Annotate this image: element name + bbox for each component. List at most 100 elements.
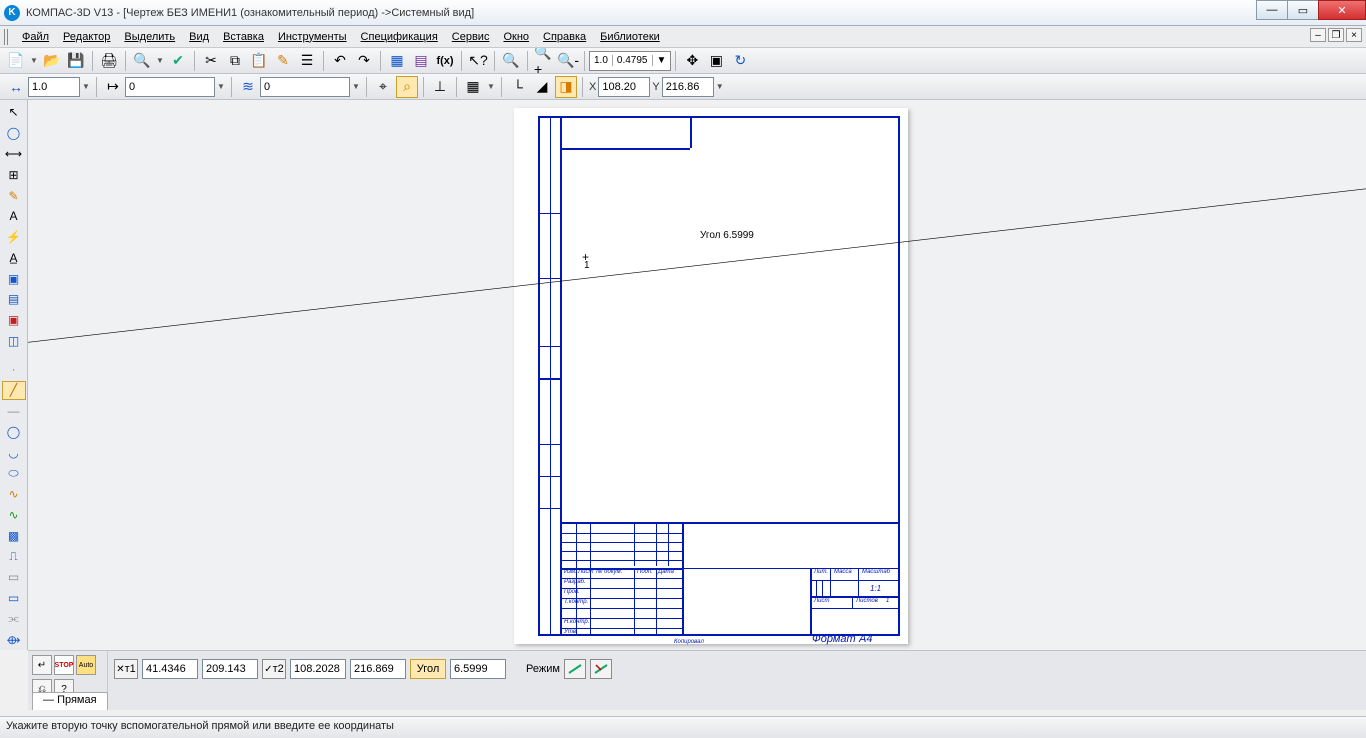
new-button[interactable]: 📄 xyxy=(5,50,27,72)
step-input[interactable] xyxy=(28,77,80,97)
zoom-window-button[interactable]: 🔍 xyxy=(500,50,522,72)
t1-y-input[interactable] xyxy=(202,659,258,679)
geometry-panel-icon[interactable]: ◯ xyxy=(2,124,26,143)
layers-button[interactable]: ≋ xyxy=(237,76,259,98)
fx-button[interactable]: f(x) xyxy=(434,50,456,72)
arc-tool-icon[interactable]: ◡ xyxy=(2,443,26,462)
preview-dropdown[interactable]: ▼ xyxy=(154,50,166,72)
snap-style-button[interactable]: ↦ xyxy=(102,76,124,98)
rounding-button[interactable]: ◢ xyxy=(531,76,553,98)
coord-y-input[interactable] xyxy=(662,77,714,97)
spec-panel-icon[interactable]: ▤ xyxy=(2,290,26,309)
zoom-scale[interactable]: 1.0 0.4795 ▼ xyxy=(589,51,671,71)
zoom-out-button[interactable]: 🔍- xyxy=(557,50,579,72)
state-input-1[interactable] xyxy=(125,77,215,97)
ellipse-tool-icon[interactable]: ⬭ xyxy=(2,464,26,483)
coord-dropdown[interactable]: ▼ xyxy=(714,76,726,98)
print-button[interactable]: 🖨 xyxy=(98,50,120,72)
zoom-fit-button[interactable]: ▣ xyxy=(705,50,727,72)
pan-button[interactable]: ✥ xyxy=(681,50,703,72)
menu-libs[interactable]: Библиотеки xyxy=(594,29,666,45)
menu-file[interactable]: Файл xyxy=(16,29,55,45)
paste-button[interactable]: 📋 xyxy=(248,50,270,72)
param-mode-button[interactable]: ◨ xyxy=(555,76,577,98)
menu-tools[interactable]: Инструменты xyxy=(272,29,353,45)
maximize-button[interactable]: ▭ xyxy=(1287,0,1319,20)
redo-button[interactable]: ↷ xyxy=(353,50,375,72)
hatch-tool-icon[interactable]: ▩ xyxy=(2,526,26,545)
state-1-dropdown[interactable]: ▼ xyxy=(215,76,227,98)
menu-select[interactable]: Выделить xyxy=(118,29,181,45)
circle-tool-icon[interactable]: ◯ xyxy=(2,422,26,441)
polyline-tool-icon[interactable]: ⎍ xyxy=(2,547,26,566)
menu-service[interactable]: Сервис xyxy=(446,29,496,45)
manager-button[interactable]: ▦ xyxy=(386,50,408,72)
property-tab-line[interactable]: — Прямая xyxy=(32,692,108,710)
menu-view[interactable]: Вид xyxy=(183,29,215,45)
minimize-button[interactable]: — xyxy=(1256,0,1288,20)
t2-x-input[interactable] xyxy=(290,659,346,679)
grid-button[interactable]: ▦ xyxy=(462,76,484,98)
t1-x-input[interactable] xyxy=(142,659,198,679)
save-button[interactable]: 💾 xyxy=(65,50,87,72)
redraw-button[interactable]: ↻ xyxy=(729,50,751,72)
segment-tool-icon[interactable]: — xyxy=(2,402,26,421)
menu-window[interactable]: Окно xyxy=(497,29,535,45)
angle-input[interactable] xyxy=(450,659,506,679)
variables-button[interactable]: ▤ xyxy=(410,50,432,72)
menu-help[interactable]: Справка xyxy=(537,29,592,45)
t2-y-input[interactable] xyxy=(350,659,406,679)
preview-button[interactable]: 🔍 xyxy=(131,50,153,72)
text-panel-icon[interactable]: A xyxy=(2,207,26,226)
auto-create-button[interactable]: Auto xyxy=(76,655,96,675)
format-painter-button[interactable]: ✎ xyxy=(272,50,294,72)
child-minimize-button[interactable]: – xyxy=(1310,28,1326,42)
copy-button[interactable]: ⧉ xyxy=(224,50,246,72)
properties-button[interactable]: ☰ xyxy=(296,50,318,72)
bezier-tool-icon[interactable]: ∿ xyxy=(2,505,26,524)
spell-button[interactable]: ✔ xyxy=(167,50,189,72)
aux-line-tool-icon[interactable]: ╱ xyxy=(2,381,26,400)
step-dropdown[interactable]: ▼ xyxy=(80,76,92,98)
open-button[interactable]: 📂 xyxy=(41,50,63,72)
coord-x-input[interactable] xyxy=(598,77,650,97)
menu-spec[interactable]: Спецификация xyxy=(355,29,444,45)
create-object-button[interactable]: ↵ xyxy=(32,655,52,675)
layer-dropdown[interactable]: ▼ xyxy=(350,76,362,98)
drawing-canvas[interactable]: Изм. Лист № докум. Подп. Дата Разраб. Пр… xyxy=(28,100,1366,650)
collect-tool-icon[interactable]: ⟴ xyxy=(2,630,26,649)
ortho-button[interactable]: ⊥ xyxy=(429,76,451,98)
step-button[interactable]: ↔ xyxy=(5,76,27,98)
point-tool-icon[interactable]: · xyxy=(2,360,26,379)
help-context-button[interactable]: ↖? xyxy=(467,50,489,72)
snap-active-button[interactable]: ⌕ xyxy=(396,76,418,98)
child-close-button[interactable]: × xyxy=(1346,28,1362,42)
point2-toggle[interactable]: ✓т2 xyxy=(262,659,286,679)
layer-input[interactable] xyxy=(260,77,350,97)
local-cs-button[interactable]: └ xyxy=(507,76,529,98)
grid-dropdown[interactable]: ▼ xyxy=(485,76,497,98)
mode-put-button[interactable] xyxy=(590,659,612,679)
dimensions-panel-icon[interactable]: ⟷ xyxy=(2,145,26,164)
views-panel-icon[interactable]: ◫ xyxy=(2,332,26,351)
undo-button[interactable]: ↶ xyxy=(329,50,351,72)
close-button[interactable]: ✕ xyxy=(1318,0,1366,20)
reports-panel-icon[interactable]: ▣ xyxy=(2,311,26,330)
child-restore-button[interactable]: ❐ xyxy=(1328,28,1344,42)
spline-tool-icon[interactable]: ∿ xyxy=(2,485,26,504)
zoom-in-button[interactable]: 🔍+ xyxy=(533,50,555,72)
menu-editor[interactable]: Редактор xyxy=(57,29,116,45)
mode-noput-button[interactable] xyxy=(564,659,586,679)
edit-panel-icon[interactable]: ✎ xyxy=(2,186,26,205)
snap-toggle-button[interactable]: ⌖ xyxy=(372,76,394,98)
stop-button[interactable]: STOP xyxy=(54,655,74,675)
arrow-tool-icon[interactable]: ↖ xyxy=(2,103,26,122)
rect-tool-icon[interactable]: ▭ xyxy=(2,568,26,587)
point1-toggle[interactable]: ✕т1 xyxy=(114,659,138,679)
param-panel-icon[interactable]: ⚡ xyxy=(2,228,26,247)
measure-panel-icon[interactable]: A̲ xyxy=(2,248,26,267)
scale-dropdown-icon[interactable]: ▼ xyxy=(652,55,671,66)
menu-insert[interactable]: Вставка xyxy=(217,29,270,45)
offset-tool-icon[interactable]: ⫘ xyxy=(2,609,26,628)
rect2-tool-icon[interactable]: ▭ xyxy=(2,589,26,608)
